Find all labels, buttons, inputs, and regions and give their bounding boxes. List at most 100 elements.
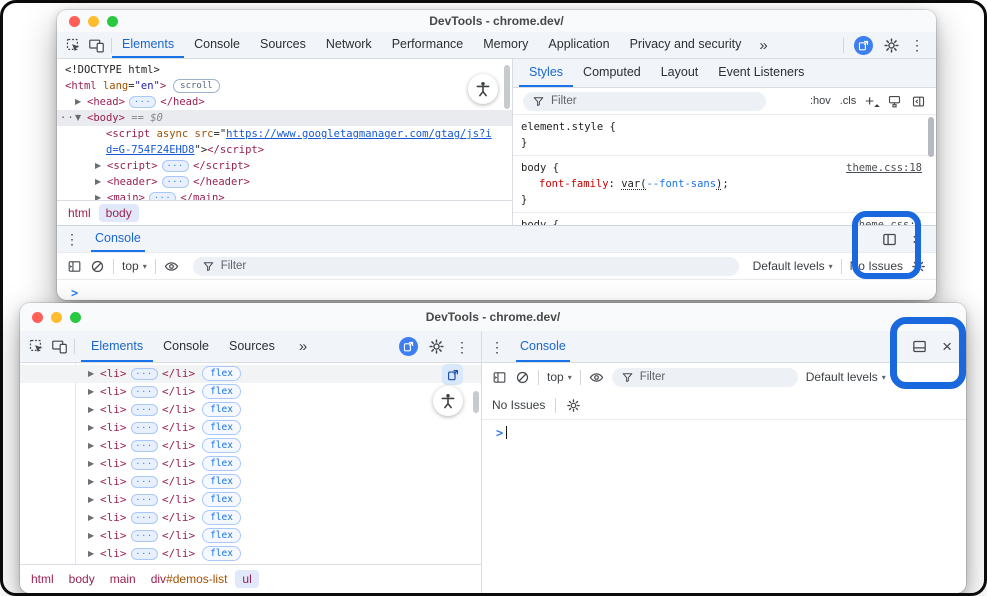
element-reveal-icon[interactable] (442, 364, 463, 385)
expand-arrow-icon[interactable]: ▶ (88, 401, 100, 419)
close-drawer-icon[interactable]: × (940, 338, 954, 355)
device-toolbar-icon[interactable] (88, 37, 105, 54)
expand-arrow-icon[interactable]: ▶ (88, 527, 100, 545)
dom-tree-row[interactable]: ···▼<body> == $0 (57, 110, 512, 126)
expand-arrow-icon[interactable]: ▶ (88, 365, 100, 383)
settings-gear-icon[interactable] (428, 338, 445, 355)
expand-arrow-icon[interactable]: ▶ (95, 190, 107, 200)
expand-arrow-icon[interactable]: ▶ (95, 158, 107, 174)
drawer-menu-icon[interactable]: ⋮ (490, 340, 504, 354)
live-expression-eye-icon[interactable] (589, 370, 604, 385)
tab-privacy-and-security[interactable]: Privacy and security (620, 32, 752, 58)
tab-console[interactable]: Console (153, 331, 219, 362)
dom-tree-row[interactable]: ▶<li>···</li>flex (20, 455, 481, 473)
devtools-promo-icon[interactable] (854, 36, 873, 55)
device-toolbar-icon[interactable] (51, 338, 68, 355)
expand-arrow-icon[interactable]: ▶ (95, 174, 107, 190)
default-levels-dropdown[interactable]: Default levels▾ (753, 259, 833, 273)
dom-tree-row[interactable]: ▶<li>···</li>flex (20, 437, 481, 455)
titlebar[interactable]: DevTools - chrome.dev/ (20, 303, 966, 331)
show-computed-sidebar-icon[interactable] (911, 94, 926, 109)
dom-tree-row[interactable]: ▶<li>···</li>flex (20, 365, 481, 383)
flex-badge[interactable]: flex (202, 420, 241, 435)
flex-badge[interactable]: flex (202, 402, 241, 417)
expand-arrow-icon[interactable]: ▶ (75, 94, 87, 110)
close-drawer-icon[interactable]: × (910, 231, 924, 248)
tab-performance[interactable]: Performance (382, 32, 474, 58)
css-source-link[interactable]: theme.css:18 (846, 160, 922, 176)
flex-badge[interactable]: flex (202, 384, 241, 399)
expand-inline-icon[interactable]: ··· (131, 440, 158, 452)
live-expression-eye-icon[interactable] (164, 259, 179, 274)
drawer-tab-console[interactable]: Console (91, 226, 145, 252)
dom-tree-row[interactable]: ▶<head>···</head> (57, 94, 512, 110)
dom-tree-row[interactable]: ▶<li>···</li>flex (20, 563, 481, 564)
console-settings-gear-icon[interactable] (911, 259, 926, 274)
breadcrumb-item[interactable]: html (61, 204, 98, 222)
console-sidebar-icon[interactable] (67, 259, 82, 274)
tab-sources[interactable]: Sources (250, 32, 316, 58)
console-filter-input[interactable]: Filter (193, 257, 739, 276)
dock-side-icon[interactable] (881, 231, 898, 248)
clear-console-icon[interactable] (90, 259, 105, 274)
css-property-value[interactable]: var( (621, 178, 646, 190)
inspect-element-icon[interactable] (65, 37, 82, 54)
scroll-badge[interactable]: scroll (173, 79, 220, 93)
expand-arrow-icon[interactable]: ▶ (88, 419, 100, 437)
styles-filter-input[interactable]: Filter (523, 92, 766, 111)
dom-tree-row[interactable]: <html lang="en">scroll (57, 78, 512, 94)
close-window-button[interactable] (32, 312, 43, 323)
css-selector[interactable]: body (521, 162, 546, 174)
close-window-button[interactable] (69, 16, 80, 27)
dom-tree-row[interactable]: ▶<li>···</li>flex (20, 491, 481, 509)
tab-layout[interactable]: Layout (651, 59, 709, 87)
dom-tree-row[interactable]: ▶<li>···</li>flex (20, 545, 481, 563)
expand-inline-icon[interactable]: ··· (131, 386, 158, 398)
flex-badge[interactable]: flex (202, 366, 241, 381)
expand-arrow-icon[interactable]: ▶ (88, 509, 100, 527)
expand-inline-icon[interactable]: ··· (131, 476, 158, 488)
tab-styles[interactable]: Styles (519, 59, 573, 87)
expand-arrow-icon[interactable]: ▶ (88, 545, 100, 563)
expand-inline-icon[interactable]: ··· (131, 494, 158, 506)
css-source-link[interactable]: theme.css:6 (852, 217, 922, 225)
dock-bottom-icon[interactable] (911, 338, 928, 355)
flex-badge[interactable]: flex (202, 510, 241, 525)
rendering-brush-icon[interactable] (887, 94, 902, 109)
dom-tree-row[interactable]: <!DOCTYPE html> (57, 62, 512, 78)
scrollbar-thumb[interactable] (504, 65, 510, 109)
flex-badge[interactable]: flex (202, 492, 241, 507)
dom-tree-row[interactable]: ▶<li>···</li>flex (20, 527, 481, 545)
context-selector[interactable]: top▾ (122, 259, 147, 273)
flex-badge[interactable]: flex (202, 528, 241, 543)
console-prompt[interactable]: > (57, 280, 936, 300)
tab-event-listeners[interactable]: Event Listeners (708, 59, 814, 87)
issues-counter[interactable]: No Issues (850, 259, 903, 273)
tab-network[interactable]: Network (316, 32, 382, 58)
zoom-window-button[interactable] (107, 16, 118, 27)
dom-tree-row[interactable]: <script async src="https://www.googletag… (57, 126, 512, 142)
accessibility-icon[interactable] (433, 386, 463, 416)
devtools-promo-icon[interactable] (399, 337, 418, 356)
dom-tree-row[interactable]: ▶<li>···</li>flex (20, 473, 481, 491)
more-tabs-icon[interactable]: » (751, 32, 775, 58)
breadcrumb-item[interactable]: body (62, 570, 102, 588)
dom-tree-row[interactable]: ▶<main>···</main> (57, 190, 512, 200)
tab-memory[interactable]: Memory (473, 32, 538, 58)
css-selector[interactable]: element.style (521, 121, 603, 133)
expand-inline-icon[interactable]: ··· (149, 192, 176, 200)
expand-inline-icon[interactable]: ··· (131, 458, 158, 470)
element-classes-button[interactable]: .cls (840, 95, 857, 107)
expand-arrow-icon[interactable]: ▶ (88, 437, 100, 455)
tab-application[interactable]: Application (538, 32, 619, 58)
tab-sources[interactable]: Sources (219, 331, 285, 362)
dom-tree-row[interactable]: ▶<li>···</li>flex (20, 383, 481, 401)
css-selector[interactable]: body (521, 219, 546, 225)
expand-arrow-icon[interactable]: ▶ (88, 491, 100, 509)
css-property-value[interactable]: --font-sans (647, 178, 717, 190)
drawer-menu-icon[interactable]: ⋮ (65, 232, 79, 246)
dom-tree-row[interactable]: ▶<script>···</script> (57, 158, 512, 174)
tab-console[interactable]: Console (184, 32, 250, 58)
dom-tree-row[interactable]: ▶<li>···</li>flex (20, 401, 481, 419)
scrollbar-thumb[interactable] (473, 391, 479, 413)
